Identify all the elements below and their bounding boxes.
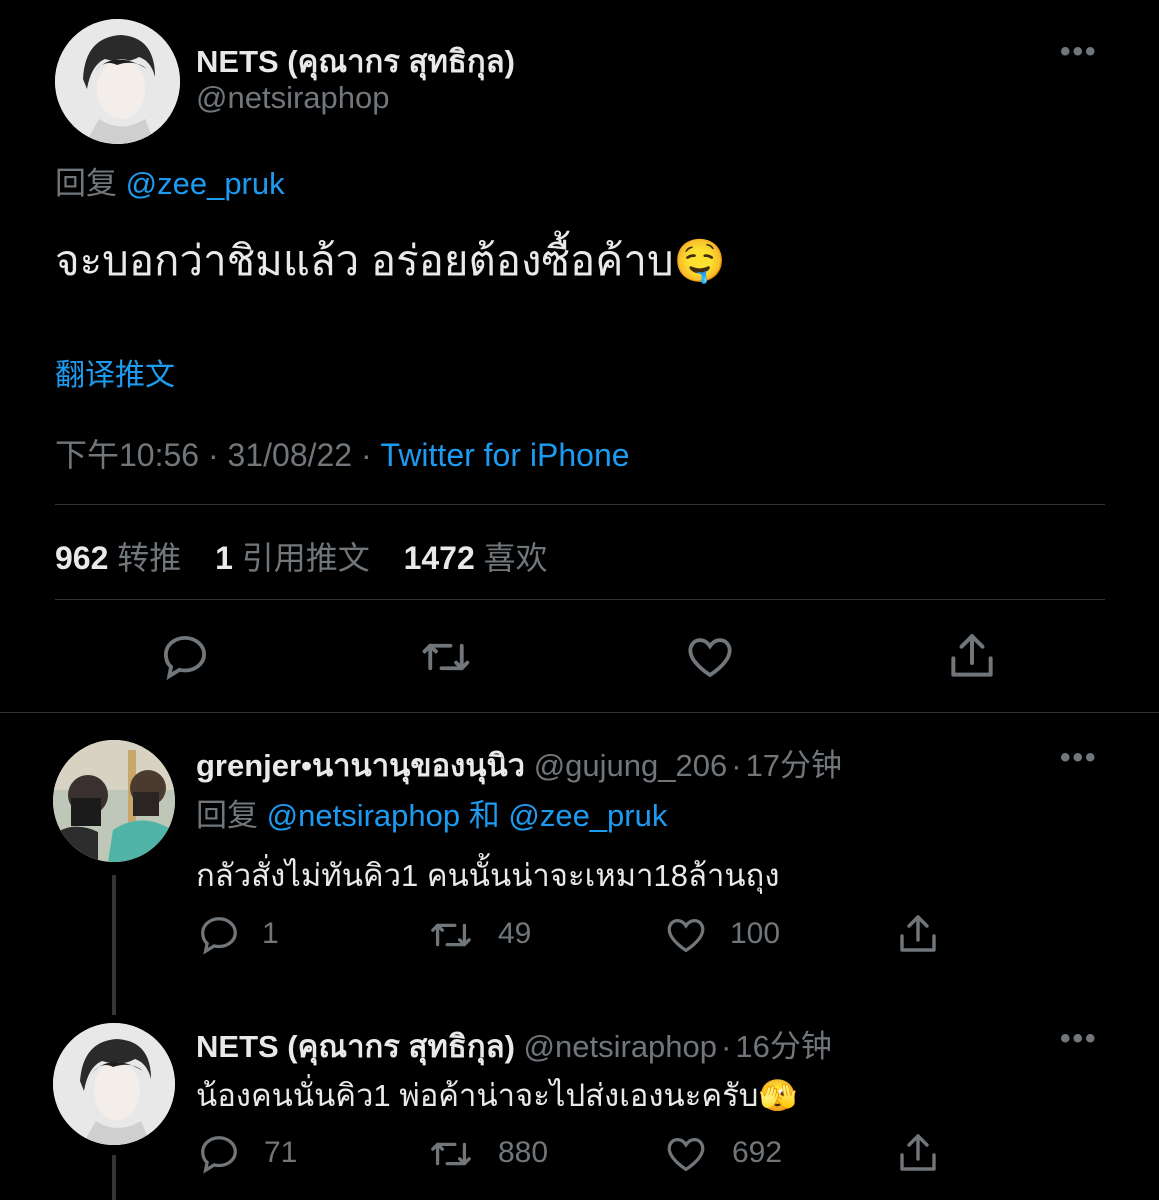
reply-time[interactable]: 17分钟 [746,748,842,783]
reply-header: NETS (คุณากร สุทธิกุล) @netsiraphop · 16分钟 [196,1021,832,1071]
reply-to-line: 回复 @netsiraphop 和 @zee_pruk [196,790,667,835]
quotes-count: 1 [215,540,233,576]
reply-to-link[interactable]: @zee_pruk [508,798,667,833]
share-icon[interactable] [894,910,942,958]
avatar[interactable] [53,740,175,862]
reply-and: 和 [468,798,500,833]
tweet-stats: 962 转推 1 引用推文 1472 喜欢 [55,533,548,579]
reply-text: น้องคนนั่นคิว1 พ่อค้าน่าจะไปส่งเองนะครับ… [196,1070,797,1120]
divider [55,504,1105,505]
tweet-source[interactable]: Twitter for iPhone [381,437,630,473]
reply-count: 1 [262,917,279,950]
section-divider [0,712,1159,713]
peeking-face-emoji: 🫣 [758,1078,798,1113]
reply-header: grenjer•นานานุของนุนิว @gujung_206 · 17分钟 [196,740,842,790]
tweet-text-body: จะบอกว่าชิมแล้ว อร่อยต้องซื้อค้าบ [55,237,674,284]
reply-text-body: น้องคนนั่นคิว1 พ่อค้าน่าจะไปส่งเองนะครับ [196,1078,759,1113]
thread-line [112,875,116,1015]
tweet-text: จะบอกว่าชิมแล้ว อร่อยต้องซื้อค้าบ🤤 [55,228,726,294]
handle[interactable]: @netsiraphop [196,80,389,116]
retweet-icon[interactable] [418,630,474,684]
separator: · [207,437,219,473]
separator: · [721,1029,732,1064]
more-options-icon[interactable]: ••• [1060,743,1098,773]
retweet-count: 49 [498,917,532,950]
avatar[interactable] [53,1023,175,1145]
reply-to-link[interactable]: @zee_pruk [126,166,285,201]
tweet-date[interactable]: 31/08/22 [228,437,353,473]
like-icon[interactable] [662,912,710,958]
divider [55,599,1105,600]
display-name[interactable]: grenjer•นานานุของนุนิว [196,748,525,783]
retweet-icon[interactable] [426,912,476,958]
reply-to-line: 回复 @zee_pruk [55,158,285,203]
display-name[interactable]: NETS (คุณากร สุทธิกุล) [196,1029,515,1064]
reply-icon[interactable] [158,630,212,684]
reply-icon[interactable] [196,1131,242,1177]
like-count: 100 [730,917,781,950]
reply-time[interactable]: 16分钟 [735,1029,831,1064]
like-count: 692 [732,1136,783,1169]
handle[interactable]: @netsiraphop [524,1029,717,1064]
reply-count: 71 [264,1136,298,1169]
retweet-icon[interactable] [426,1131,476,1177]
quotes-stat[interactable]: 1 引用推文 [215,540,379,576]
quotes-label: 引用推文 [241,540,370,576]
reply-prefix: 回复 [196,798,258,833]
more-options-icon[interactable]: ••• [1060,37,1098,67]
retweets-stat[interactable]: 962 转推 [55,540,190,576]
tweet-time[interactable]: 下午10:56 [55,437,199,473]
reply-text: กลัวสั่งไม่ทันคิว1 คนนั้นน่าจะเหมา18ล้าน… [196,858,780,893]
timestamp-line: 下午10:56 · 31/08/22 · Twitter for iPhone [55,430,630,476]
thread-line [112,1155,116,1200]
reply-to-link[interactable]: @netsiraphop [267,798,460,833]
share-icon[interactable] [944,628,1000,684]
retweets-label: 转推 [117,540,182,576]
share-icon[interactable] [894,1129,942,1177]
like-icon[interactable] [682,630,738,684]
reply-prefix: 回复 [55,166,117,201]
likes-count: 1472 [403,540,475,576]
display-name[interactable]: NETS (คุณากร สุทธิกุล) [196,36,515,86]
retweets-count: 962 [55,540,109,576]
more-options-icon[interactable]: ••• [1060,1024,1098,1054]
retweet-count: 880 [498,1136,549,1169]
translate-tweet-link[interactable]: 翻译推文 [55,350,175,394]
likes-stat[interactable]: 1472 喜欢 [404,540,548,576]
reply-icon[interactable] [196,912,242,958]
likes-label: 喜欢 [483,540,548,576]
separator: · [360,437,372,473]
separator: · [731,748,742,783]
drooling-face-emoji: 🤤 [673,237,726,284]
like-icon[interactable] [662,1131,710,1177]
handle[interactable]: @gujung_206 [534,748,728,783]
avatar[interactable] [55,19,180,144]
